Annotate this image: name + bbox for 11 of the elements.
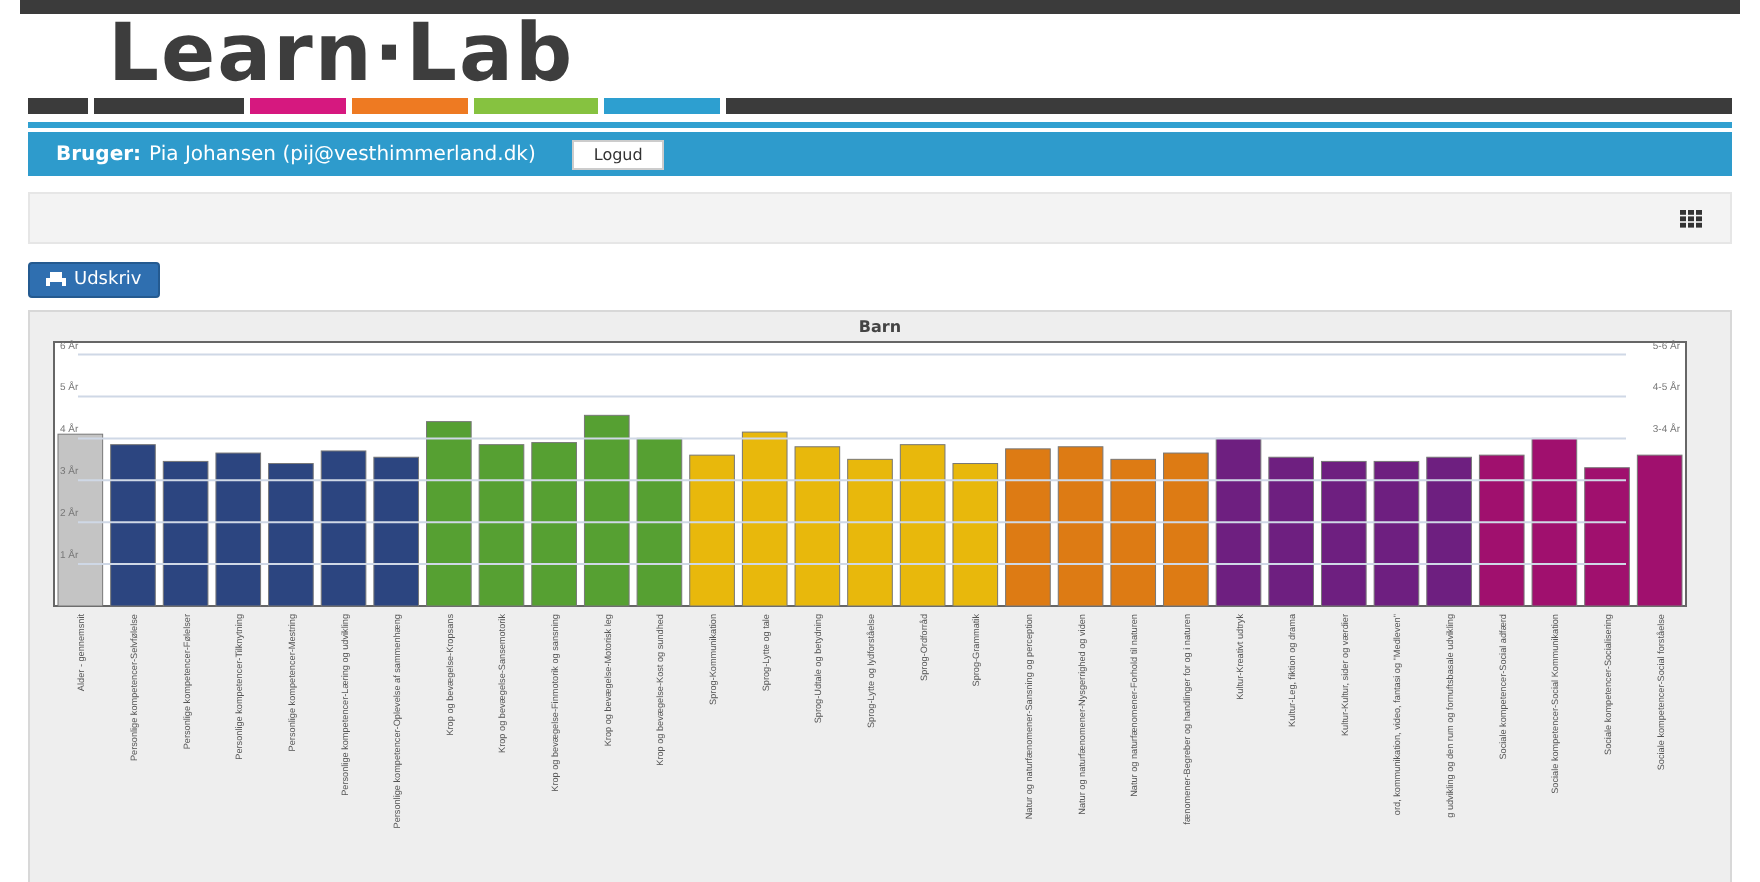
printer-icon [46,272,66,288]
logout-button[interactable]: Logud [571,139,665,169]
bar [268,463,314,607]
grid-menu-icon[interactable] [1680,209,1702,227]
user-name: Pia Johansen (pij@vesthimmerland.dk) [149,143,536,165]
chart-title: Barn [856,316,904,338]
bar [952,463,999,607]
bar [1584,467,1630,607]
logo: Learn·Lab [108,14,575,94]
print-button[interactable]: Udskriv [28,262,160,298]
user-label: Bruger: [56,143,142,165]
